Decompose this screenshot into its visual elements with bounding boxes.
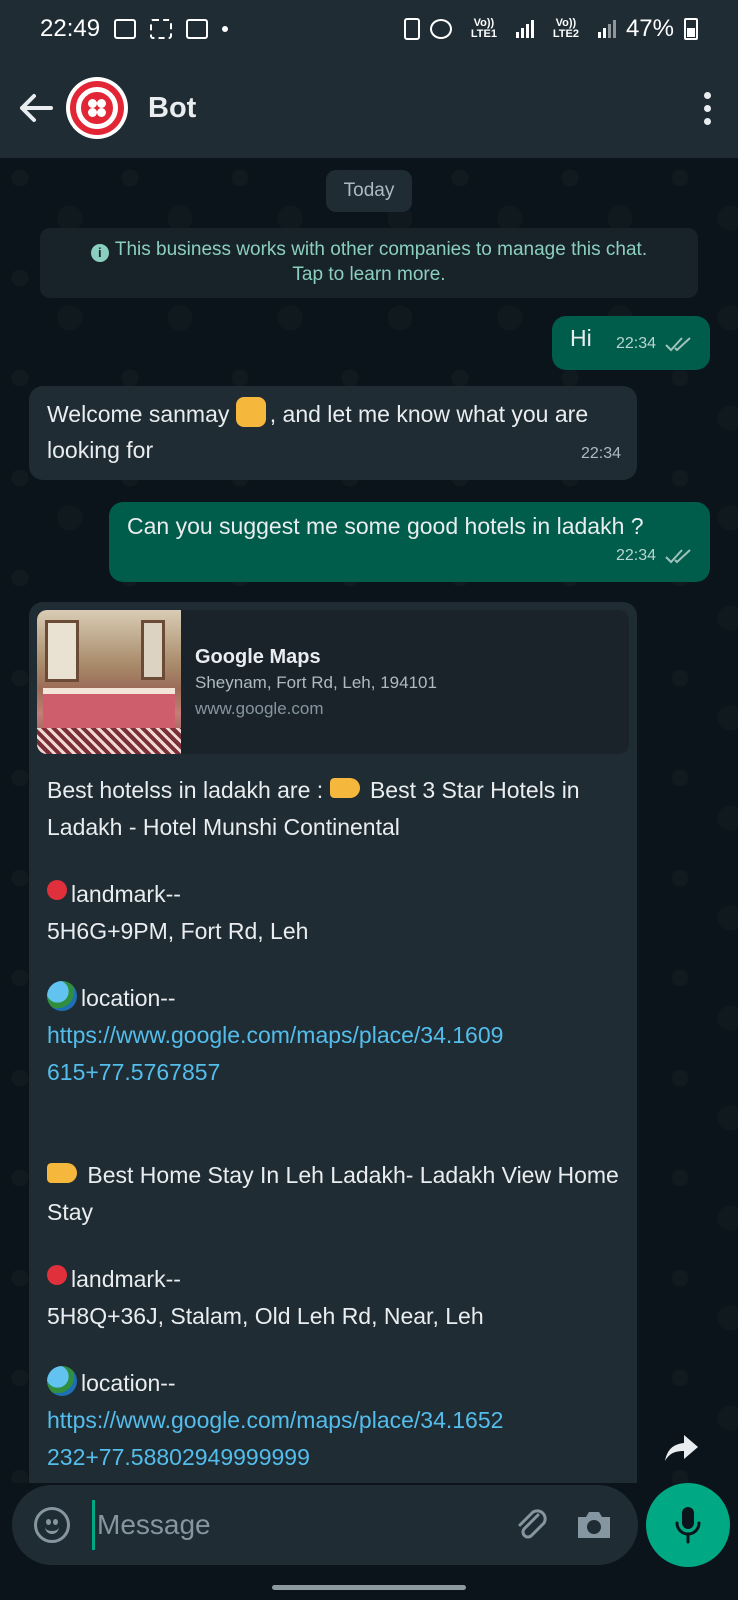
status-bar: 22:49 Vo)) LTE1 Vo)) LTE2 47% — [0, 0, 738, 58]
incoming-rich-message[interactable]: Google Maps Sheynam, Fort Rd, Leh, 19410… — [29, 602, 637, 1483]
status-time: 22:49 — [40, 15, 101, 42]
business-info-note[interactable]: i This business works with other companie… — [40, 228, 698, 298]
hotel2-landmark: 5H8Q+36J, Stalam, Old Leh Rd, Near, Leh — [47, 1303, 484, 1329]
pushpin-emoji-icon — [47, 880, 67, 900]
app-notification-icon — [186, 19, 209, 39]
globe-emoji-icon — [47, 981, 77, 1011]
mic-button[interactable] — [646, 1483, 730, 1567]
battery-saver-icon — [403, 18, 420, 40]
mic-icon — [675, 1507, 701, 1544]
welcome-text-start: Welcome sanmay — [47, 401, 236, 427]
twilio-logo-icon — [70, 81, 124, 135]
location-label: location-- — [81, 1370, 176, 1396]
network-2-label: Vo)) LTE2 — [552, 17, 579, 40]
date-chip: Today — [326, 170, 412, 212]
business-note-line2: Tap to learn more. — [292, 264, 446, 285]
more-options-icon[interactable] — [692, 88, 722, 128]
emoji-icon[interactable] — [34, 1507, 70, 1543]
hotel1-map-link[interactable]: https://www.google.com/maps/place/34.160… — [47, 1017, 507, 1091]
screenshot-notification-icon — [150, 19, 173, 39]
preview-domain: www.google.com — [195, 699, 324, 718]
home-indicator[interactable] — [272, 1585, 466, 1590]
pushpin-emoji-icon — [47, 1265, 67, 1285]
hotel1-landmark: 5H6G+9PM, Fort Rd, Leh — [47, 918, 309, 944]
status-right: Vo)) LTE1 Vo)) LTE2 47% — [403, 15, 698, 43]
link-preview[interactable]: Google Maps Sheynam, Fort Rd, Leh, 19410… — [37, 610, 629, 754]
chat-area[interactable]: Today i This business works with other co… — [0, 158, 738, 1483]
signal-2-icon — [597, 20, 616, 38]
forward-icon[interactable] — [662, 1428, 702, 1468]
message-meta: 22:34 — [616, 326, 694, 362]
camera-icon[interactable] — [572, 1503, 616, 1547]
handshake-emoji-icon — [235, 397, 266, 427]
pointing-hand-emoji-icon — [329, 778, 360, 798]
back-arrow-icon[interactable] — [16, 88, 56, 128]
preview-title: Google Maps — [195, 646, 321, 668]
gallery-notification-icon — [114, 19, 137, 39]
message-text: Can you suggest me some good hotels in l… — [127, 513, 644, 539]
hotel2-name: Best Home Stay In Leh Ladakh- Ladakh Vie… — [47, 1162, 619, 1225]
message-body: Best hotelss in ladakh are : Best 3 Star… — [37, 754, 637, 1476]
read-ticks-icon — [665, 337, 691, 352]
message-meta: 22:34 — [581, 436, 621, 472]
message-time: 22:34 — [580, 445, 621, 462]
attach-icon[interactable] — [510, 1503, 554, 1547]
info-icon: i — [90, 243, 109, 262]
message-time: 22:34 — [615, 335, 656, 352]
alarm-icon — [429, 19, 452, 39]
landmark-label: landmark-- — [71, 881, 181, 907]
message-time: 22:34 — [615, 547, 656, 564]
globe-emoji-icon — [47, 1366, 77, 1396]
chat-header: Bot — [0, 58, 738, 158]
hotel2-map-link[interactable]: https://www.google.com/maps/place/34.165… — [47, 1402, 507, 1476]
landmark-label: landmark-- — [71, 1266, 181, 1292]
battery-icon — [684, 18, 698, 40]
incoming-message[interactable]: Welcome sanmay , and let me know what yo… — [29, 386, 637, 480]
avatar[interactable] — [66, 77, 128, 139]
outgoing-message[interactable]: Hi 22:34 — [552, 316, 710, 370]
location-label: location-- — [81, 985, 176, 1011]
hotel-room-thumbnail — [37, 610, 181, 754]
message-text: Hi — [570, 325, 592, 351]
preview-address: Sheynam, Fort Rd, Leh, 194101 — [195, 673, 437, 692]
message-meta: 22:34 — [616, 538, 694, 574]
battery-percent: 47% — [625, 15, 674, 42]
intro-text: Best hotelss in ladakh are : — [47, 777, 330, 803]
read-ticks-icon — [665, 549, 691, 564]
pointing-hand-emoji-icon — [47, 1163, 77, 1183]
business-note-line1: This business works with other companies… — [114, 239, 648, 260]
chat-title[interactable]: Bot — [148, 92, 196, 125]
more-notifications-icon — [222, 26, 229, 32]
network-1-label: Vo)) LTE1 — [470, 17, 497, 40]
message-input[interactable] — [92, 1500, 492, 1550]
message-composer — [12, 1485, 638, 1565]
outgoing-message[interactable]: Can you suggest me some good hotels in l… — [109, 502, 710, 582]
notification-icons — [114, 19, 229, 39]
signal-1-icon — [515, 20, 534, 38]
